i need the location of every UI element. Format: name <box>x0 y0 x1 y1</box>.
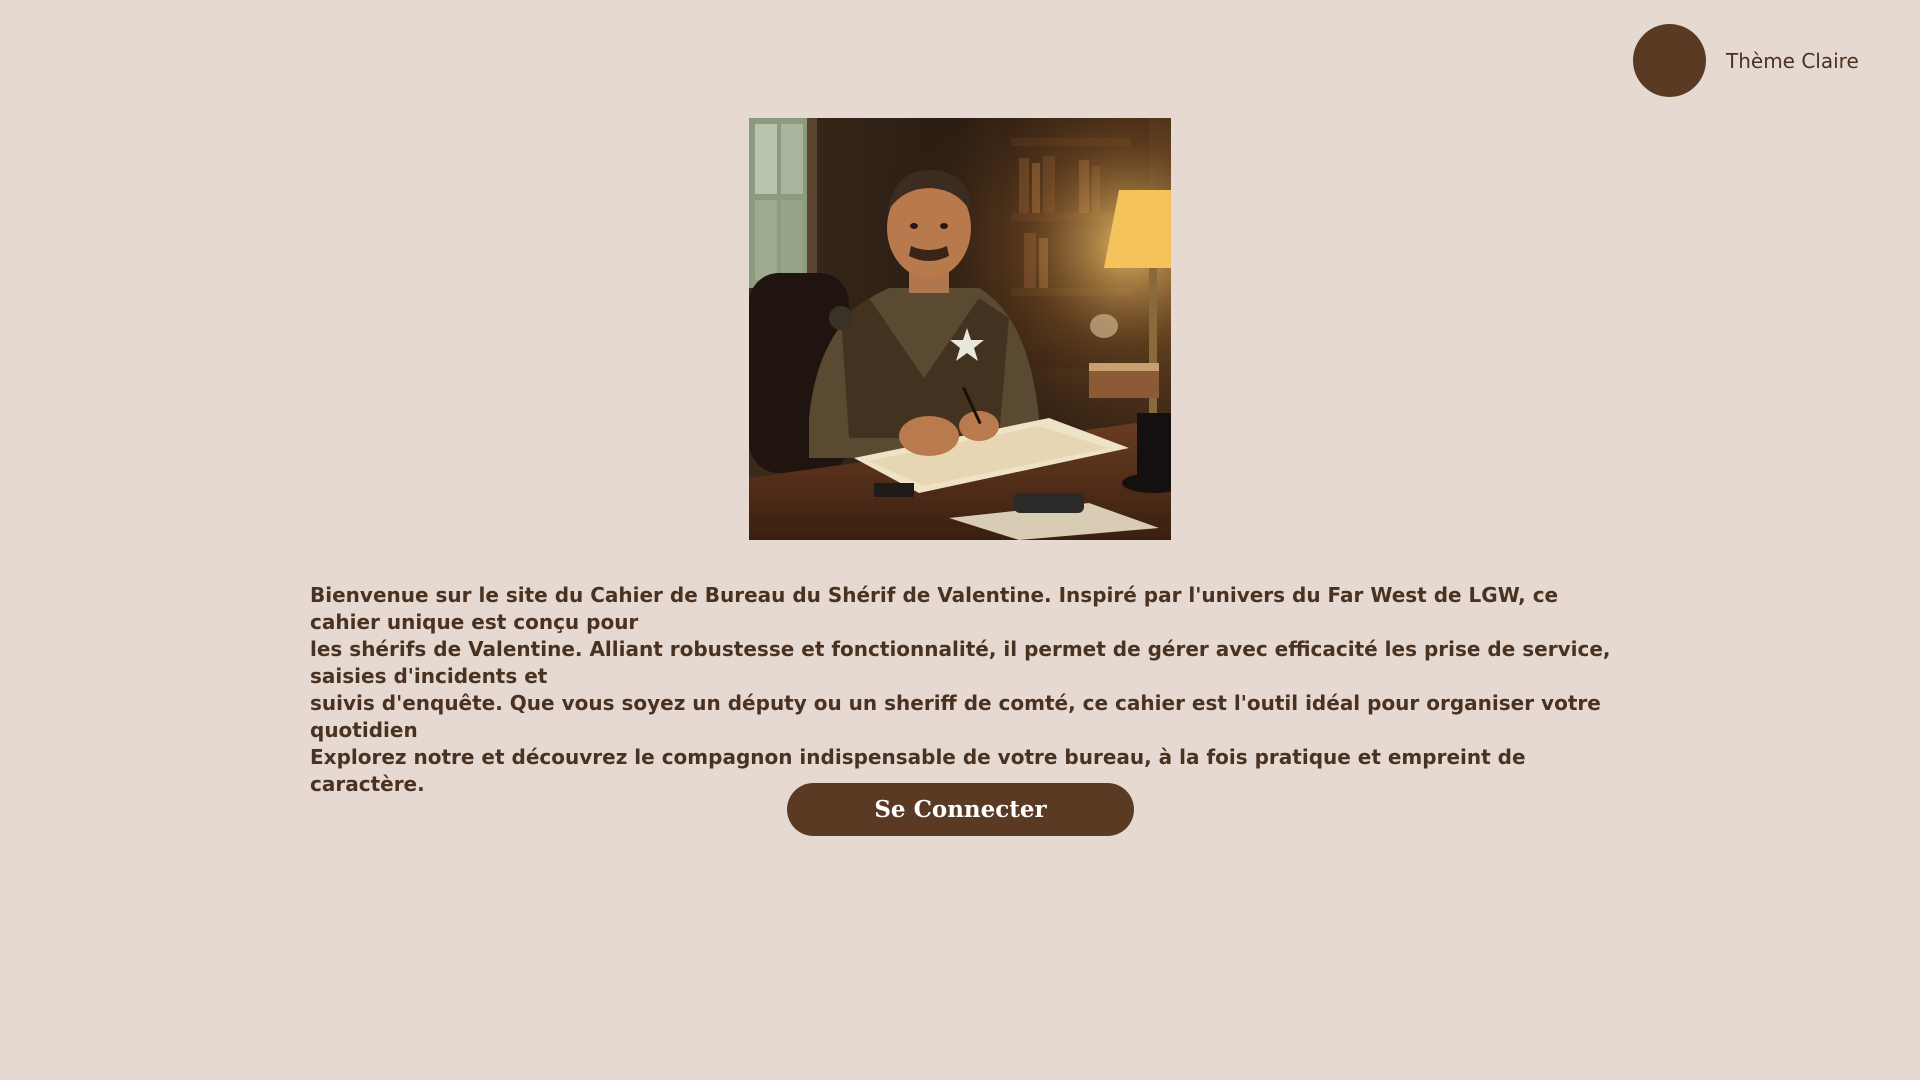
intro-paragraph: Bienvenue sur le site du Cahier de Burea… <box>310 582 1630 798</box>
theme-toggle-label[interactable]: Thème Claire <box>1726 49 1859 73</box>
intro-line: Bienvenue sur le site du Cahier de Burea… <box>310 583 1559 634</box>
theme-toggle[interactable]: Thème Claire <box>1633 24 1859 97</box>
connect-button[interactable]: Se Connecter <box>787 783 1134 836</box>
intro-line: suivis d'enquête. Que vous soyez un dépu… <box>310 691 1601 742</box>
theme-toggle-circle-icon[interactable] <box>1633 24 1706 97</box>
page: Thème Claire Bienvenue sur le site du Ca… <box>0 0 1920 1080</box>
sheriff-illustration <box>749 118 1171 540</box>
sheriff-hero-image <box>749 118 1171 540</box>
intro-line: les shérifs de Valentine. Alliant robust… <box>310 637 1611 688</box>
